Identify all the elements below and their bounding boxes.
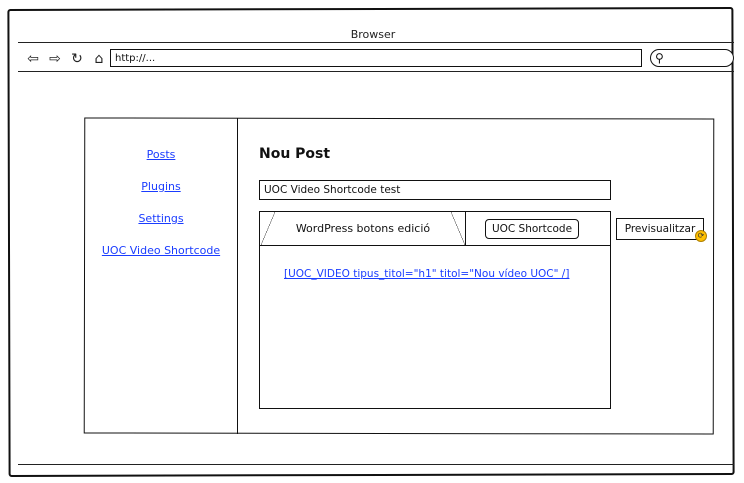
sidebar-item-posts[interactable]: Posts	[86, 148, 236, 161]
back-arrow-icon[interactable]: ⇦	[24, 50, 42, 68]
uoc-shortcode-button[interactable]: UOC Shortcode	[485, 219, 579, 239]
page-title: Nou Post	[259, 146, 331, 162]
post-editor[interactable]: WordPress botons edició UOC Shortcode [U…	[259, 211, 611, 409]
sidebar-item-settings[interactable]: Settings	[86, 212, 236, 225]
forward-arrow-icon[interactable]: ⇨	[46, 50, 64, 68]
home-icon[interactable]: ⌂	[90, 50, 108, 68]
cursor-badge-icon: ⟳	[695, 230, 707, 242]
search-icon: ⚲	[655, 51, 664, 65]
address-bar[interactable]: http://...	[110, 49, 642, 67]
preview-button[interactable]: Previsualitzar	[616, 218, 704, 240]
shortcode-content[interactable]: [UOC_VIDEO tipus_titol="h1" titol="Nou v…	[284, 268, 569, 280]
nav-controls: ⇦ ⇨ ↻ ⌂	[24, 48, 108, 70]
sidebar-item-plugins[interactable]: Plugins	[86, 180, 236, 193]
status-divider	[18, 464, 734, 465]
tab-wordpress-buttons[interactable]: WordPress botons edició	[261, 212, 466, 245]
post-title-input[interactable]: UOC Video Shortcode test	[259, 180, 611, 200]
reload-icon[interactable]: ↻	[68, 50, 86, 68]
titlebar-divider	[18, 42, 734, 43]
search-field[interactable]: ⚲	[650, 49, 734, 67]
sidebar-divider	[237, 118, 238, 434]
sidebar: Posts Plugins Settings UOC Video Shortco…	[86, 148, 236, 276]
sidebar-item-uoc-video-shortcode[interactable]: UOC Video Shortcode	[86, 244, 236, 257]
toolbar-divider	[18, 71, 734, 72]
editor-toolbar-divider	[260, 245, 610, 246]
